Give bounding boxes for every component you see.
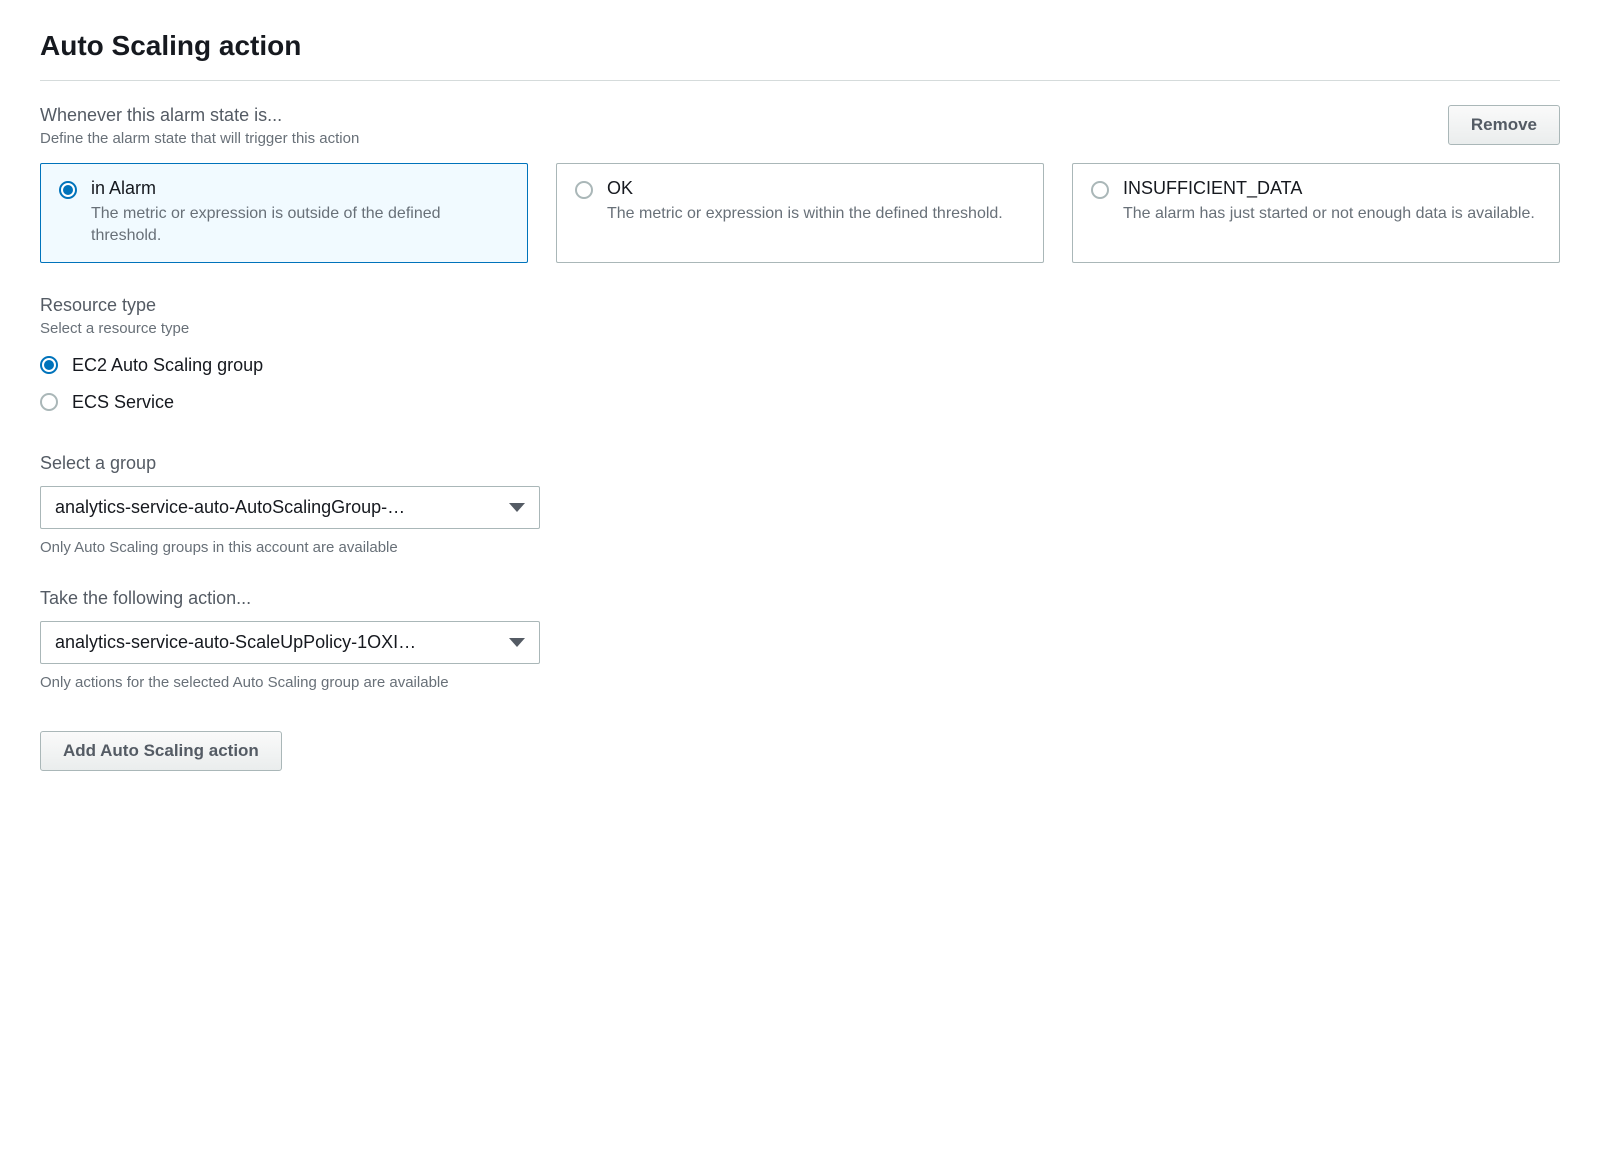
resource-type-options: EC2 Auto Scaling group ECS Service — [40, 347, 1560, 421]
radio-card-desc: The metric or expression is outside of t… — [91, 203, 509, 248]
add-auto-scaling-action-button[interactable]: Add Auto Scaling action — [40, 731, 282, 771]
alarm-state-header-row: Whenever this alarm state is... Define t… — [40, 105, 1560, 147]
resource-type-option-ec2[interactable]: EC2 Auto Scaling group — [40, 347, 1560, 384]
radio-card-content: in Alarm The metric or expression is out… — [91, 178, 509, 248]
radio-icon — [1091, 181, 1109, 199]
resource-type-description: Select a resource type — [40, 320, 1560, 337]
action-select-hint: Only actions for the selected Auto Scali… — [40, 674, 540, 691]
alarm-state-heading: Whenever this alarm state is... Define t… — [40, 105, 359, 147]
radio-card-desc: The alarm has just started or not enough… — [1123, 203, 1541, 225]
radio-card-title: OK — [607, 178, 1025, 199]
radio-card-content: OK The metric or expression is within th… — [607, 178, 1025, 225]
radio-card-content: INSUFFICIENT_DATA The alarm has just sta… — [1123, 178, 1541, 225]
radio-card-title: INSUFFICIENT_DATA — [1123, 178, 1541, 199]
section-title: Auto Scaling action — [40, 30, 1560, 62]
divider — [40, 80, 1560, 81]
group-select[interactable]: analytics-service-auto-AutoScalingGroup-… — [40, 486, 540, 529]
radio-item-label: EC2 Auto Scaling group — [72, 355, 263, 376]
remove-button[interactable]: Remove — [1448, 105, 1560, 145]
group-select-label: Select a group — [40, 453, 1560, 474]
radio-icon — [575, 181, 593, 199]
alarm-state-option-in-alarm[interactable]: in Alarm The metric or expression is out… — [40, 163, 528, 263]
radio-icon — [40, 356, 58, 374]
group-select-section: Select a group analytics-service-auto-Au… — [40, 453, 1560, 556]
resource-type-option-ecs[interactable]: ECS Service — [40, 384, 1560, 421]
action-select-label: Take the following action... — [40, 588, 1560, 609]
action-select-value: analytics-service-auto-ScaleUpPolicy-1OX… — [55, 632, 497, 653]
resource-type-label: Resource type — [40, 295, 1560, 316]
group-select-value: analytics-service-auto-AutoScalingGroup-… — [55, 497, 497, 518]
radio-card-desc: The metric or expression is within the d… — [607, 203, 1025, 225]
radio-card-title: in Alarm — [91, 178, 509, 199]
action-select[interactable]: analytics-service-auto-ScaleUpPolicy-1OX… — [40, 621, 540, 664]
radio-icon — [40, 393, 58, 411]
alarm-state-options: in Alarm The metric or expression is out… — [40, 163, 1560, 263]
chevron-down-icon — [509, 638, 525, 647]
add-action-row: Add Auto Scaling action — [40, 731, 1560, 771]
chevron-down-icon — [509, 503, 525, 512]
group-select-hint: Only Auto Scaling groups in this account… — [40, 539, 540, 556]
alarm-state-description: Define the alarm state that will trigger… — [40, 130, 359, 147]
alarm-state-label: Whenever this alarm state is... — [40, 105, 359, 126]
resource-type-section: Resource type Select a resource type EC2… — [40, 295, 1560, 421]
action-select-section: Take the following action... analytics-s… — [40, 588, 1560, 691]
alarm-state-option-insufficient-data[interactable]: INSUFFICIENT_DATA The alarm has just sta… — [1072, 163, 1560, 263]
radio-item-label: ECS Service — [72, 392, 174, 413]
alarm-state-option-ok[interactable]: OK The metric or expression is within th… — [556, 163, 1044, 263]
radio-icon — [59, 181, 77, 199]
